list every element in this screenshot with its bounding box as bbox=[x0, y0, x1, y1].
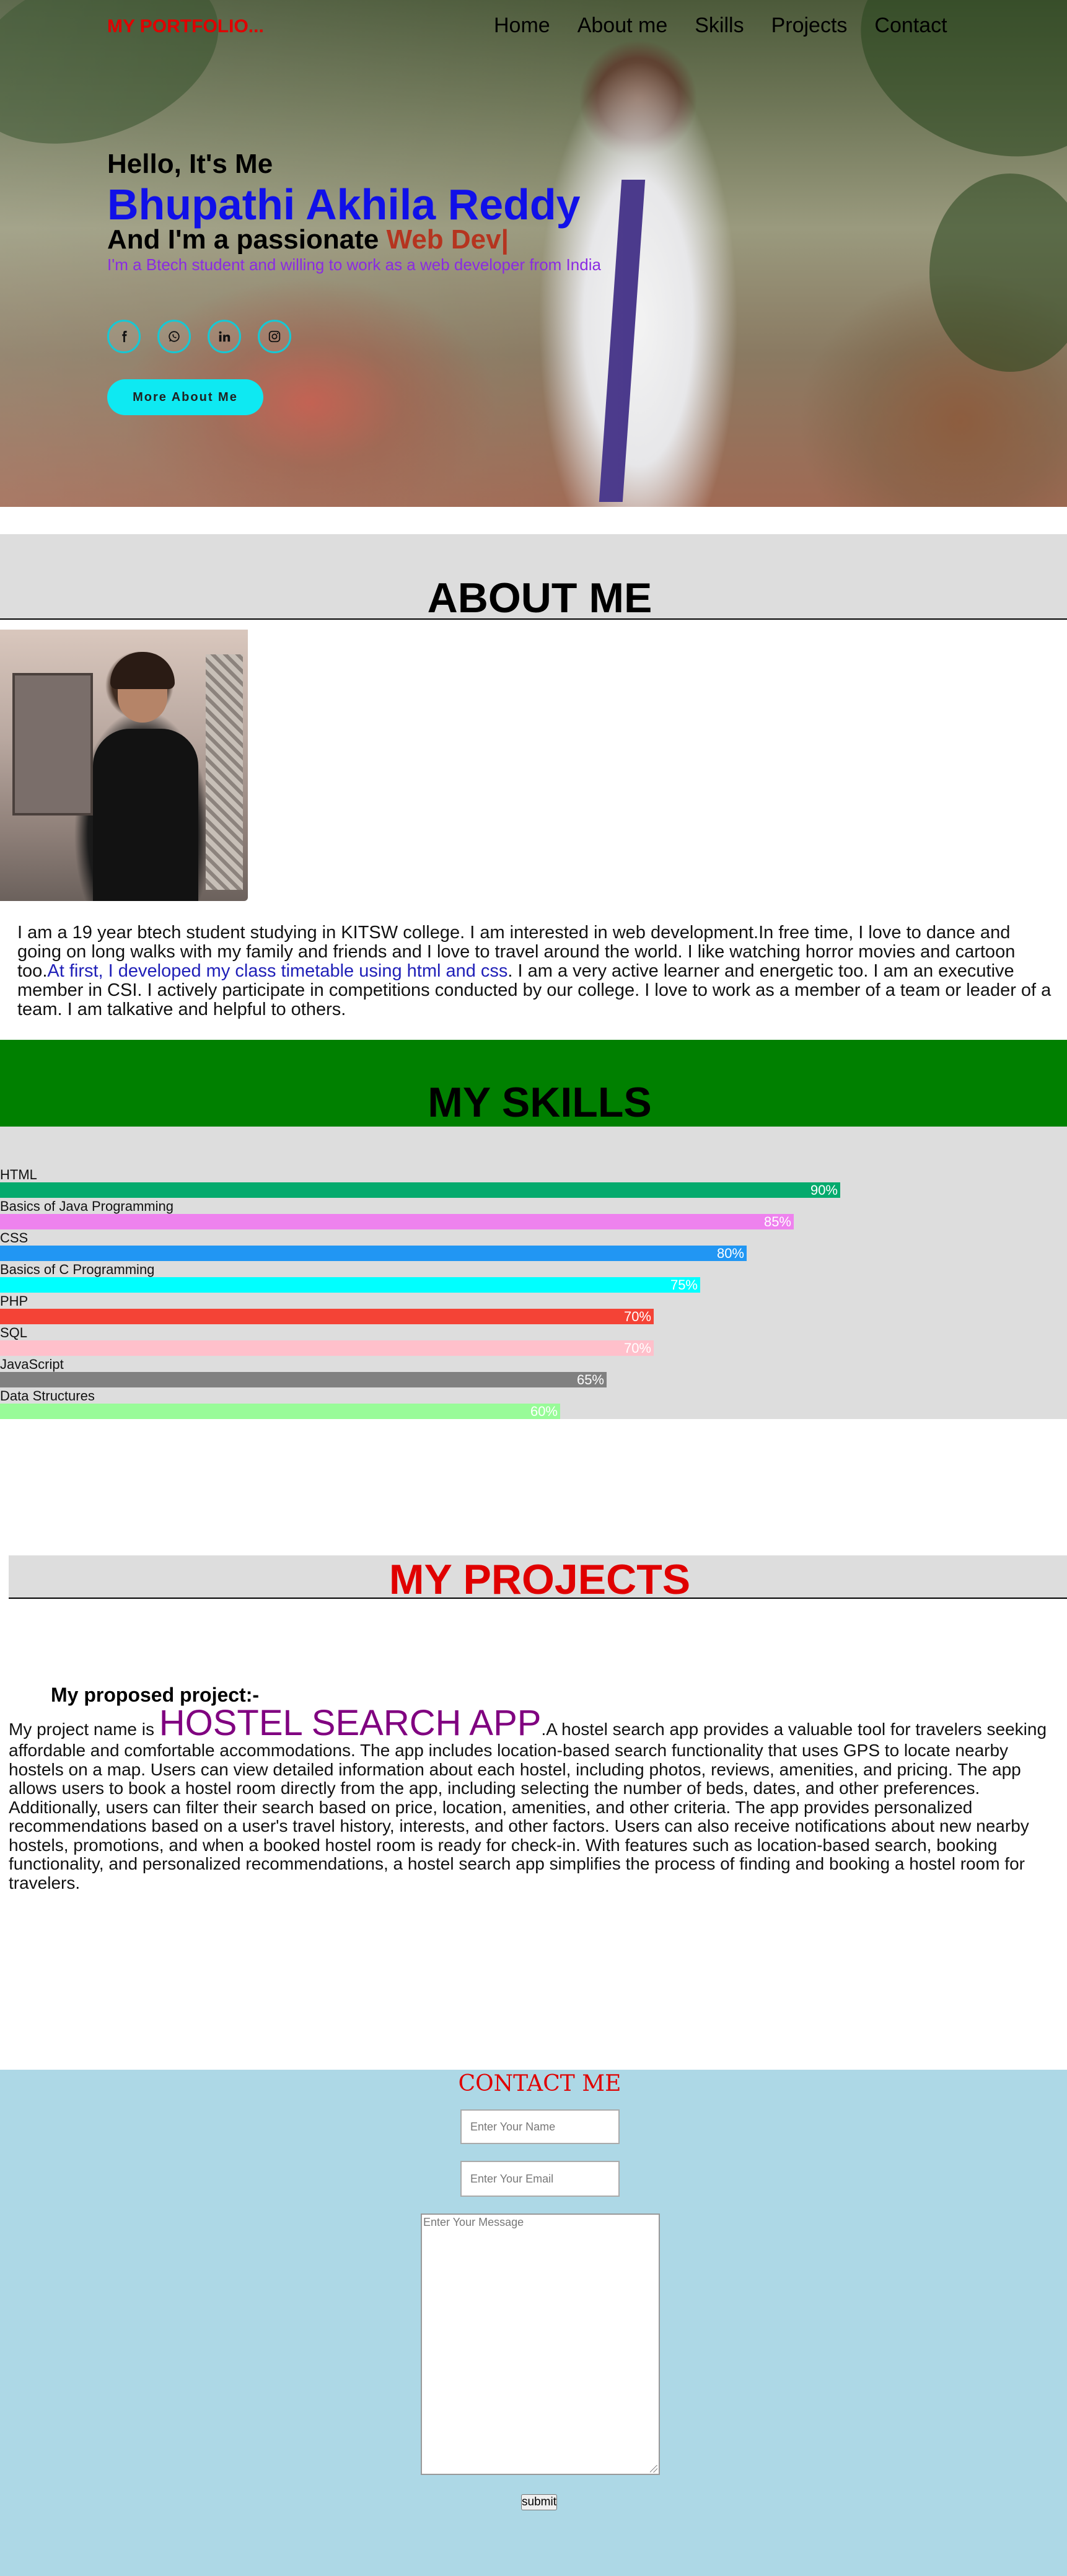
skills-title: MY SKILLS bbox=[428, 1079, 652, 1126]
linkedin-link[interactable] bbox=[208, 320, 241, 353]
resize-handle[interactable] bbox=[650, 2465, 657, 2473]
hero-name: Bhupathi Akhila Reddy bbox=[107, 180, 581, 229]
skill-label: SQL bbox=[0, 1325, 28, 1340]
skill-bar: 70% bbox=[0, 1340, 654, 1356]
facebook-icon bbox=[122, 330, 127, 343]
skill-percent: 70% bbox=[623, 1340, 651, 1356]
skill-item: Data Structures 60% bbox=[0, 1389, 1067, 1419]
email-input[interactable]: Enter Your Email bbox=[460, 2161, 620, 2197]
nav-link-home[interactable]: Home bbox=[494, 14, 550, 38]
skill-item: CSS 80% bbox=[0, 1231, 1067, 1261]
instagram-icon bbox=[268, 330, 281, 343]
skill-bar: 75% bbox=[0, 1277, 700, 1293]
contact-title: CONTACT ME bbox=[458, 2071, 621, 2096]
skill-label: JavaScript bbox=[0, 1356, 64, 1372]
name-input[interactable]: Enter Your Name bbox=[460, 2109, 620, 2144]
skills-list: HTML 90% Basics of Java Programming 85% CSS 8… bbox=[0, 1127, 1067, 1419]
nav-link-projects[interactable]: Projects bbox=[771, 14, 848, 38]
nav-link-about[interactable]: About me bbox=[577, 14, 668, 38]
about-text: I am a 19 year btech student studying in… bbox=[17, 923, 1052, 1020]
whatsapp-icon bbox=[169, 331, 180, 342]
projects-title: MY PROJECTS bbox=[389, 1556, 691, 1603]
site-logo[interactable]: MY PORTFOLIO... bbox=[107, 16, 264, 37]
skill-label: Basics of C Programming bbox=[0, 1262, 155, 1277]
skill-label: CSS bbox=[0, 1230, 29, 1246]
skill-item: PHP 70% bbox=[0, 1294, 1067, 1324]
about-photo bbox=[0, 630, 248, 901]
skill-bar: 80% bbox=[0, 1246, 747, 1261]
skill-item: SQL 70% bbox=[0, 1325, 1067, 1356]
nav-link-skills[interactable]: Skills bbox=[695, 14, 744, 38]
linkedin-icon bbox=[219, 331, 231, 342]
skill-label: Basics of Java Programming bbox=[0, 1198, 173, 1214]
skill-percent: 65% bbox=[576, 1372, 604, 1387]
about-highlight: At first, I developed my class timetable… bbox=[47, 961, 508, 982]
more-about-me-button[interactable]: More About Me bbox=[107, 379, 263, 415]
hero-role-prefix: And I'm a passionate bbox=[107, 224, 387, 255]
skill-percent: 75% bbox=[670, 1277, 698, 1293]
about-title: ABOUT ME bbox=[427, 574, 652, 622]
hero-role-typed: Web Dev| bbox=[386, 224, 509, 255]
skill-percent: 80% bbox=[716, 1246, 744, 1261]
skill-bar: 60% bbox=[0, 1404, 560, 1419]
main-nav: Home About me Skills Projects Contact bbox=[494, 14, 975, 38]
skill-label: HTML bbox=[0, 1167, 37, 1182]
whatsapp-link[interactable] bbox=[157, 320, 191, 353]
skill-label: Data Structures bbox=[0, 1388, 95, 1404]
skill-bar: 85% bbox=[0, 1214, 794, 1229]
skill-percent: 90% bbox=[810, 1182, 838, 1198]
skill-label: PHP bbox=[0, 1293, 29, 1309]
nav-link-contact[interactable]: Contact bbox=[874, 14, 947, 38]
social-links bbox=[107, 320, 308, 353]
hero-greeting: Hello, It's Me bbox=[107, 149, 273, 179]
skill-percent: 85% bbox=[763, 1214, 791, 1229]
skill-bar: 70% bbox=[0, 1309, 654, 1324]
skill-item: Basics of Java Programming 85% bbox=[0, 1199, 1067, 1229]
message-textarea[interactable]: Enter Your Message bbox=[421, 2213, 660, 2475]
skill-percent: 70% bbox=[623, 1309, 651, 1324]
skill-item: JavaScript 65% bbox=[0, 1357, 1067, 1387]
project-description: My project name is HOSTEL SEARCH APP.A h… bbox=[9, 1703, 1047, 1892]
hero-role: And I'm a passionate Web Dev| bbox=[107, 224, 509, 255]
hero-intro: I'm a Btech student and willing to work … bbox=[107, 255, 601, 274]
submit-button[interactable]: submit bbox=[521, 2494, 557, 2510]
skill-bar: 90% bbox=[0, 1182, 840, 1198]
skill-item: Basics of C Programming 75% bbox=[0, 1262, 1067, 1293]
skill-bar: 65% bbox=[0, 1372, 607, 1387]
facebook-link[interactable] bbox=[107, 320, 141, 353]
instagram-link[interactable] bbox=[258, 320, 291, 353]
project-app-name: HOSTEL SEARCH APP bbox=[159, 1703, 542, 1743]
skill-percent: 60% bbox=[530, 1404, 558, 1419]
skill-item: HTML 90% bbox=[0, 1167, 1067, 1198]
